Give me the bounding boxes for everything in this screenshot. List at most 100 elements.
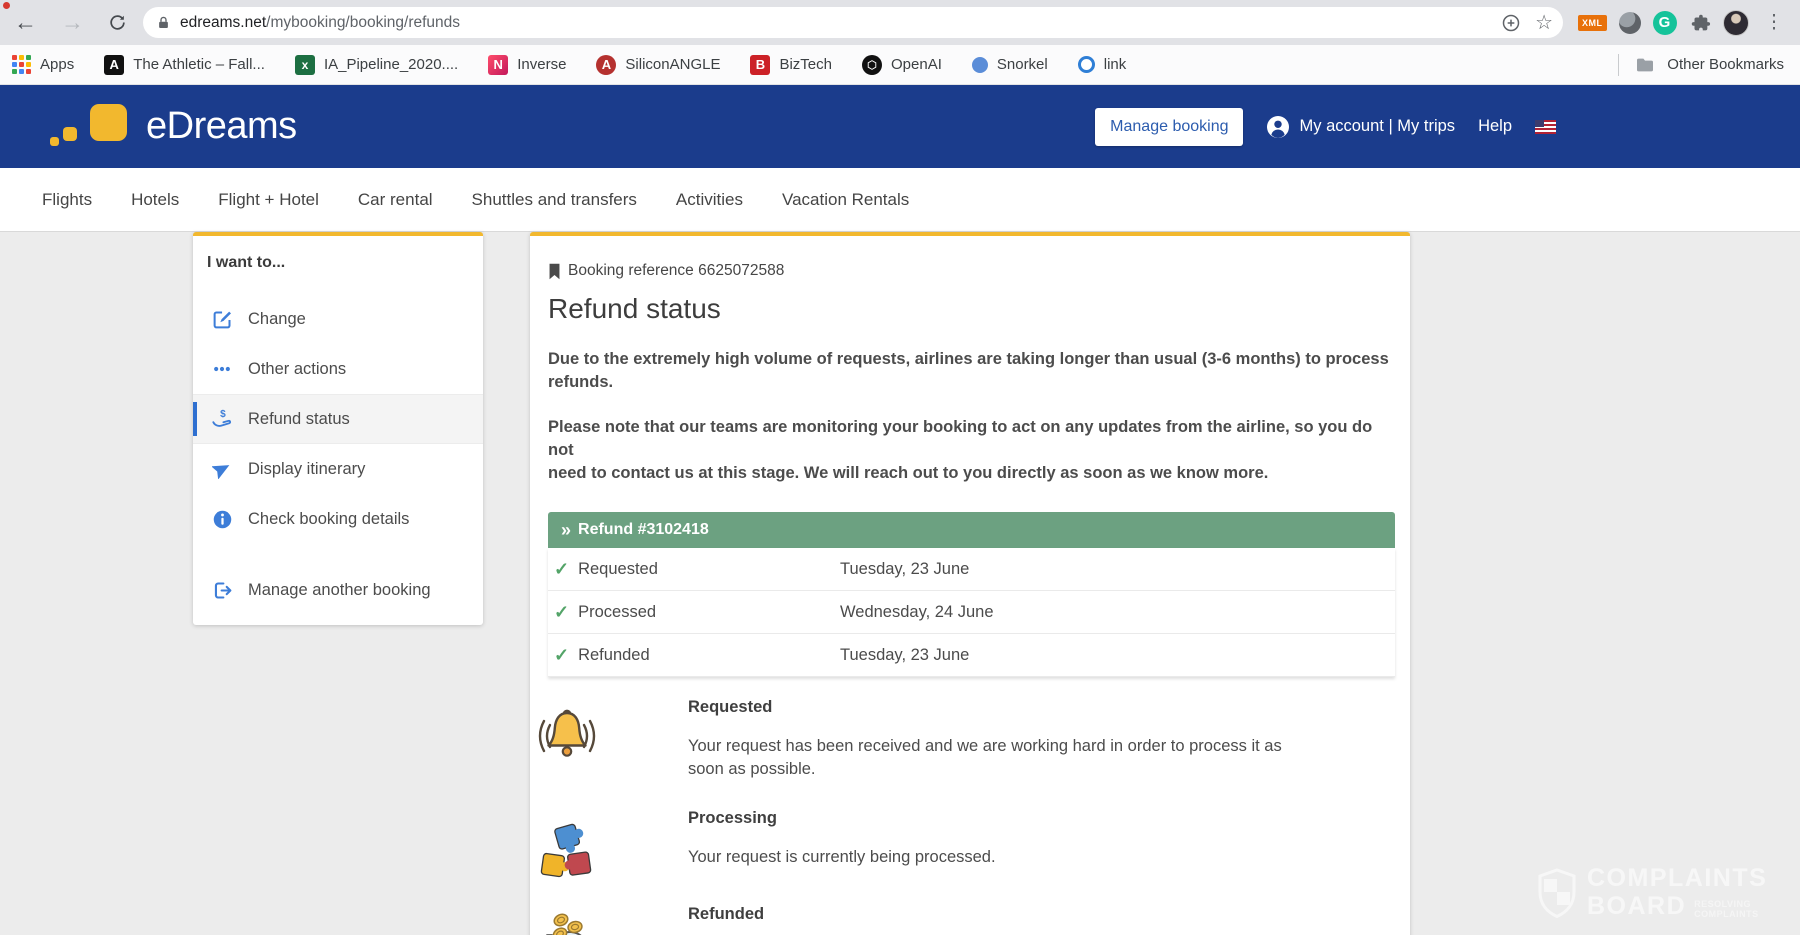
grammarly-extension-icon[interactable]: G — [1653, 11, 1677, 35]
tab-vacation-rentals[interactable]: Vacation Rentals — [782, 190, 909, 210]
sidebar-item-change[interactable]: Change — [193, 294, 483, 344]
sidebar-item-label: Manage another booking — [248, 581, 431, 600]
bookmark-label: Inverse — [517, 56, 566, 73]
bell-icon — [538, 705, 596, 773]
page-title: Refund status — [548, 293, 1395, 325]
notice-monitoring: Please note that our teams are monitorin… — [548, 416, 1395, 485]
reload-icon[interactable] — [108, 13, 127, 32]
double-chevron-icon: » — [561, 521, 569, 539]
bookmark-item[interactable]: link — [1078, 56, 1127, 73]
refund-status-panel: Booking reference 6625072588 Refund stat… — [530, 232, 1410, 935]
refund-steps-table: ✓ Requested Tuesday, 23 June ✓ Processed… — [548, 548, 1395, 677]
bookmark-label: Snorkel — [997, 56, 1048, 73]
step-date: Tuesday, 23 June — [840, 646, 969, 665]
legend-text: Your request has been received and we ar… — [688, 735, 1395, 781]
sidebar-item-refund-status[interactable]: $ Refund status — [193, 394, 483, 444]
sidebar-item-label: Refund status — [248, 410, 350, 429]
url-bar[interactable]: edreams.net/mybooking/booking/refunds ☆ — [143, 7, 1563, 38]
check-icon: ✓ — [554, 559, 569, 580]
bookmark-item[interactable]: A The Athletic – Fall... — [104, 55, 265, 75]
tab-flight-hotel[interactable]: Flight + Hotel — [218, 190, 319, 210]
watermark-tagline: RESOLVING COMPLAINTS — [1694, 899, 1772, 919]
legend-text: Your request is currently being processe… — [688, 846, 1395, 869]
logout-icon — [211, 579, 233, 601]
page: { "colors": { "brand_blue": "#1b3c8c", "… — [0, 0, 1800, 935]
bookmark-label: IA_Pipeline_2020.... — [324, 56, 458, 73]
step-date: Wednesday, 24 June — [840, 603, 994, 622]
bookmark-star-icon[interactable]: ☆ — [1535, 13, 1553, 33]
sidebar-item-manage-another[interactable]: Manage another booking — [193, 565, 483, 615]
tab-flights[interactable]: Flights — [42, 190, 92, 210]
bookmark-ribbon-icon — [548, 263, 561, 280]
sidebar-item-label: Display itinerary — [248, 460, 365, 479]
manage-booking-button[interactable]: Manage booking — [1095, 108, 1243, 146]
zoom-page-icon[interactable] — [1501, 13, 1521, 33]
watermark-line1: COMPLAINTS — [1587, 866, 1772, 891]
extensions-puzzle-icon[interactable] — [1689, 12, 1711, 34]
sidebar-item-display-itinerary[interactable]: Display itinerary — [193, 444, 483, 494]
logo-dot-small — [50, 137, 59, 146]
brand-name: eDreams — [146, 105, 297, 148]
step-date: Tuesday, 23 June — [840, 560, 969, 579]
bookmark-item[interactable]: N Inverse — [488, 55, 566, 75]
tab-hotels[interactable]: Hotels — [131, 190, 179, 210]
legend-processing: Processing Your request is currently bei… — [548, 809, 1395, 869]
browser-menu-icon[interactable]: ⋮ — [1765, 11, 1784, 34]
forward-icon[interactable]: → — [61, 11, 84, 34]
watermark-line2: BOARD — [1587, 894, 1686, 919]
step-label: Refunded — [578, 646, 650, 665]
product-nav: Flights Hotels Flight + Hotel Car rental… — [0, 168, 1800, 232]
xml-extension-icon[interactable]: XML — [1578, 15, 1607, 31]
send-icon — [211, 458, 233, 480]
excel-favicon: x — [295, 55, 315, 75]
puzzle-icon — [538, 822, 596, 886]
lock-icon — [156, 15, 171, 31]
other-bookmarks[interactable]: Other Bookmarks — [1667, 56, 1784, 73]
my-account-link[interactable]: My account | My trips — [1266, 115, 1455, 139]
apps-label: Apps — [40, 56, 74, 73]
sidebar-menu: I want to... Change Other actions $ Refu… — [193, 232, 483, 625]
bookmark-label: SiliconANGLE — [625, 56, 720, 73]
step-label: Requested — [578, 560, 658, 579]
booking-reference-text: Booking reference 6625072588 — [568, 262, 784, 280]
tab-car-rental[interactable]: Car rental — [358, 190, 433, 210]
bookmark-item[interactable]: OpenAI — [862, 55, 942, 75]
profile-avatar[interactable] — [1723, 10, 1749, 36]
site-header: eDreams Manage booking My account | My t… — [0, 85, 1800, 168]
openai-favicon — [862, 55, 882, 75]
sidebar-title: I want to... — [207, 254, 483, 272]
refund-row-requested: ✓ Requested Tuesday, 23 June — [548, 548, 1395, 591]
bookmark-item[interactable]: B BizTech — [750, 55, 832, 75]
shield-icon — [1537, 868, 1577, 918]
complaintsboard-watermark: COMPLAINTS BOARD RESOLVING COMPLAINTS — [1537, 866, 1772, 919]
bookmark-label: OpenAI — [891, 56, 942, 73]
bookmark-item[interactable]: Snorkel — [972, 56, 1048, 73]
tab-shuttles[interactable]: Shuttles and transfers — [472, 190, 637, 210]
us-flag-icon[interactable] — [1535, 120, 1556, 134]
logo-dot-medium — [63, 127, 77, 141]
bookmark-item[interactable]: A SiliconANGLE — [596, 55, 720, 75]
refund-header-bar: » Refund #3102418 — [548, 512, 1395, 548]
bookmark-item[interactable]: x IA_Pipeline_2020.... — [295, 55, 458, 75]
account-label: My account | My trips — [1299, 117, 1455, 136]
help-link[interactable]: Help — [1478, 117, 1512, 136]
link-favicon — [1078, 56, 1095, 73]
logo-square — [90, 104, 127, 141]
sidebar-item-other-actions[interactable]: Other actions — [193, 344, 483, 394]
url-text[interactable]: edreams.net/mybooking/booking/refunds — [180, 14, 1501, 32]
circle-extension-icon[interactable] — [1619, 12, 1641, 34]
back-icon[interactable]: ← — [14, 11, 37, 34]
bookmark-label: BizTech — [779, 56, 832, 73]
coins-icon — [543, 911, 595, 935]
url-host: edreams.net — [180, 14, 266, 31]
browser-toolbar: ← → edreams.net/mybooking/booking/refund… — [0, 0, 1800, 45]
sidebar-item-check-booking[interactable]: Check booking details — [193, 494, 483, 544]
tab-activities[interactable]: Activities — [676, 190, 743, 210]
bookmarks-bar: Apps A The Athletic – Fall... x IA_Pipel… — [0, 45, 1800, 85]
check-icon: ✓ — [554, 645, 569, 666]
athletic-favicon: A — [104, 55, 124, 75]
check-icon: ✓ — [554, 602, 569, 623]
edreams-logo[interactable]: eDreams — [50, 85, 370, 168]
apps-shortcut[interactable]: Apps — [12, 55, 74, 74]
bookmarks-divider — [1618, 54, 1619, 76]
